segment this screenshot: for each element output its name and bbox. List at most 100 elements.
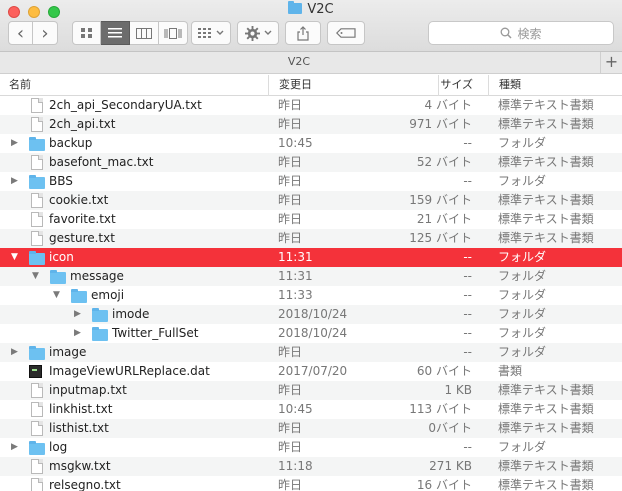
- folder-icon: [29, 441, 45, 455]
- file-row[interactable]: relsegno.txt 昨日 16 バイト 標準テキスト書類: [0, 476, 622, 491]
- file-row[interactable]: ▶ log 昨日 -- フォルダ: [0, 438, 622, 457]
- file-name: relsegno.txt: [49, 478, 121, 491]
- modified-date: 昨日: [278, 117, 303, 131]
- column-kind[interactable]: 種類: [488, 75, 622, 96]
- file-kind: フォルダ: [498, 345, 547, 359]
- disclosure-expanded-icon[interactable]: ▼: [11, 248, 21, 267]
- file-row[interactable]: cookie.txt 昨日 159 バイト 標準テキスト書類: [0, 191, 622, 210]
- file-row[interactable]: 2ch_api_SecondaryUA.txt 昨日 4 バイト 標準テキスト書類: [0, 96, 622, 115]
- file-name: icon: [49, 250, 74, 264]
- document-icon: [31, 117, 43, 132]
- modified-date: 10:45: [278, 402, 313, 416]
- file-row[interactable]: favorite.txt 昨日 21 バイト 標準テキスト書類: [0, 210, 622, 229]
- file-row[interactable]: ▼ message 11:31 -- フォルダ: [0, 267, 622, 286]
- file-row[interactable]: ▶ image 昨日 -- フォルダ: [0, 343, 622, 362]
- file-kind: フォルダ: [498, 136, 547, 150]
- file-size: --: [463, 269, 472, 283]
- document-icon: [31, 459, 43, 474]
- file-size: 21 バイト: [416, 212, 472, 226]
- column-name[interactable]: 名前: [9, 75, 269, 96]
- document-icon: [31, 155, 43, 170]
- search-placeholder: 検索: [517, 26, 542, 41]
- tags-button[interactable]: [327, 21, 365, 45]
- modified-date: 昨日: [278, 383, 303, 397]
- file-row[interactable]: ImageViewURLReplace.dat 2017/07/20 60 バイト 書…: [0, 362, 622, 381]
- disclosure-collapsed-icon[interactable]: ▶: [11, 343, 21, 362]
- file-size: --: [463, 288, 472, 302]
- document-icon: [31, 421, 43, 436]
- file-size: 0バイト: [428, 421, 472, 435]
- action-button[interactable]: [237, 21, 279, 45]
- file-size: --: [463, 174, 472, 188]
- file-name: listhist.txt: [49, 421, 109, 435]
- modified-date: 2018/10/24: [278, 307, 348, 321]
- modified-date: 昨日: [278, 98, 303, 112]
- disclosure-collapsed-icon[interactable]: ▶: [74, 324, 84, 343]
- file-row[interactable]: msgkw.txt 11:18 271 KB 標準テキスト書類: [0, 457, 622, 476]
- modified-date: 11:31: [278, 250, 313, 264]
- disclosure-collapsed-icon[interactable]: ▶: [11, 438, 21, 457]
- back-button[interactable]: ‹: [8, 21, 33, 45]
- file-size: --: [463, 326, 472, 340]
- file-row[interactable]: ▼ emoji 11:33 -- フォルダ: [0, 286, 622, 305]
- arrange-button[interactable]: [191, 21, 231, 45]
- file-size: 1 KB: [444, 383, 472, 397]
- disclosure-collapsed-icon[interactable]: ▶: [11, 172, 21, 191]
- modified-date: 昨日: [278, 212, 303, 226]
- file-row[interactable]: ▶ imode 2018/10/24 -- フォルダ: [0, 305, 622, 324]
- modified-date: 11:31: [278, 269, 313, 283]
- forward-button[interactable]: ›: [33, 21, 58, 45]
- file-kind: フォルダ: [498, 269, 547, 283]
- file-row[interactable]: gesture.txt 昨日 125 バイト 標準テキスト書類: [0, 229, 622, 248]
- file-kind: 標準テキスト書類: [498, 155, 594, 169]
- file-row[interactable]: ▶ BBS 昨日 -- フォルダ: [0, 172, 622, 191]
- document-icon: [31, 212, 43, 227]
- file-row[interactable]: inputmap.txt 昨日 1 KB 標準テキスト書類: [0, 381, 622, 400]
- file-kind: 標準テキスト書類: [498, 231, 594, 245]
- file-kind: 標準テキスト書類: [498, 478, 594, 491]
- icon-view-button[interactable]: [72, 21, 101, 45]
- chevron-left-icon: ‹: [16, 22, 25, 44]
- icon-grid-icon: [80, 28, 92, 38]
- disclosure-expanded-icon[interactable]: ▼: [53, 286, 63, 305]
- share-button[interactable]: [285, 21, 321, 45]
- file-row[interactable]: 2ch_api.txt 昨日 971 バイト 標準テキスト書類: [0, 115, 622, 134]
- file-kind: 標準テキスト書類: [498, 459, 594, 473]
- file-row[interactable]: ▼ icon 11:31 -- フォルダ: [0, 248, 622, 267]
- modified-date: 昨日: [278, 231, 303, 245]
- file-row[interactable]: basefont_mac.txt 昨日 52 バイト 標準テキスト書類: [0, 153, 622, 172]
- disclosure-collapsed-icon[interactable]: ▶: [74, 305, 84, 324]
- disclosure-expanded-icon[interactable]: ▼: [32, 267, 42, 286]
- file-name: msgkw.txt: [49, 459, 111, 473]
- file-name: backup: [49, 136, 93, 150]
- file-row[interactable]: listhist.txt 昨日 0バイト 標準テキスト書類: [0, 419, 622, 438]
- file-row[interactable]: ▶ Twitter_FullSet 2018/10/24 -- フォルダ: [0, 324, 622, 343]
- search-field[interactable]: 検索: [428, 21, 614, 45]
- file-row[interactable]: ▶ backup 10:45 -- フォルダ: [0, 134, 622, 153]
- tag-icon: [336, 28, 356, 38]
- folder-icon: [29, 175, 45, 189]
- document-icon: [31, 231, 43, 246]
- navigation-group: ‹ ›: [8, 21, 58, 45]
- file-size: 16 バイト: [416, 478, 472, 491]
- folder-icon: [92, 308, 108, 322]
- file-kind: 標準テキスト書類: [498, 193, 594, 207]
- file-row[interactable]: linkhist.txt 10:45 113 バイト 標準テキスト書類: [0, 400, 622, 419]
- tab-bar: V2C +: [0, 52, 622, 74]
- add-tab-button[interactable]: +: [600, 52, 622, 74]
- file-size: 159 バイト: [409, 193, 472, 207]
- file-name: emoji: [91, 288, 125, 302]
- list-view-button[interactable]: [101, 21, 130, 45]
- column-view-button[interactable]: [130, 21, 159, 45]
- file-name: inputmap.txt: [49, 383, 127, 397]
- folder-icon: [50, 270, 66, 284]
- view-mode-group: [72, 21, 188, 45]
- column-header: 名前 変更日 サイズ 種類: [0, 75, 622, 96]
- tab-title[interactable]: V2C: [0, 55, 598, 68]
- disclosure-collapsed-icon[interactable]: ▶: [11, 134, 21, 153]
- column-date[interactable]: 変更日: [268, 75, 438, 96]
- gallery-view-button[interactable]: [159, 21, 188, 45]
- list-icon: [108, 28, 122, 38]
- file-name: basefont_mac.txt: [49, 155, 154, 169]
- document-icon: [31, 98, 43, 113]
